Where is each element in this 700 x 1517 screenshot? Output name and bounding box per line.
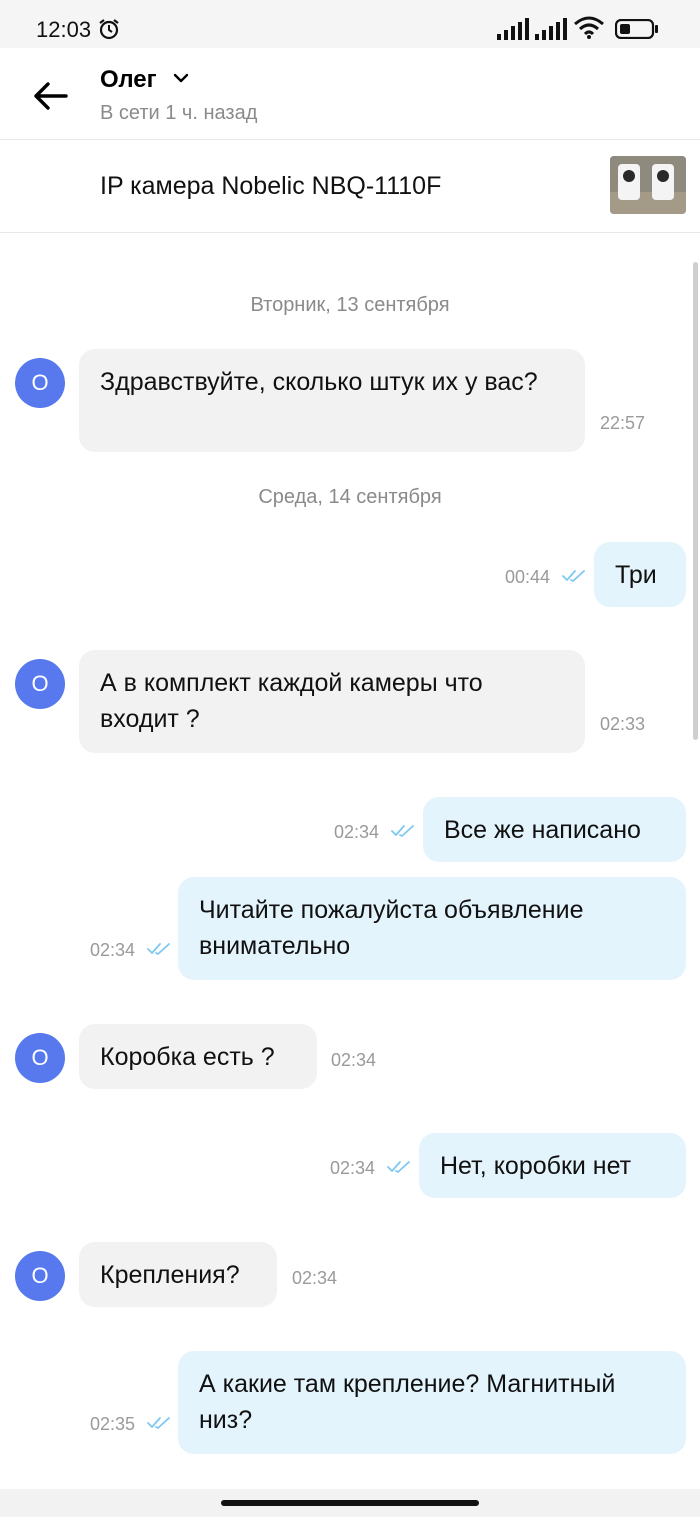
- double-check-icon: [147, 1417, 170, 1429]
- message-time: 02:34: [90, 940, 136, 960]
- double-check-icon: [391, 825, 414, 837]
- listing-bar[interactable]: IP камера Nobelic NBQ-1110F: [0, 140, 700, 233]
- chevron-down-icon[interactable]: [173, 72, 189, 84]
- wifi-icon: [574, 16, 604, 39]
- message-bubble-incoming[interactable]: Коробка есть ?: [79, 1024, 317, 1089]
- message-time: 02:34: [331, 1050, 377, 1070]
- status-bar: 12:03: [0, 0, 700, 48]
- listing-title[interactable]: IP камера Nobelic NBQ-1110F: [100, 172, 441, 201]
- listing-thumbnail[interactable]: [610, 156, 686, 214]
- message-bubble-outgoing[interactable]: Нет, коробки нет: [419, 1133, 686, 1198]
- message-bubble-outgoing[interactable]: Три: [594, 542, 686, 607]
- message-time: 22:57: [600, 413, 646, 433]
- back-arrow-icon[interactable]: [28, 78, 72, 114]
- message-bubble-outgoing[interactable]: Читайте пожалуйста объявление внимательн…: [178, 877, 686, 980]
- navigation-bar: [0, 1489, 700, 1517]
- message-time: 02:34: [334, 822, 380, 842]
- double-check-icon: [562, 570, 585, 582]
- message-bubble-incoming[interactable]: Здравствуйте, сколько штук их у вас?: [79, 349, 585, 452]
- message-bubble-incoming[interactable]: А в комплект каждой камеры что входит ?: [79, 650, 585, 753]
- message-bubble-outgoing[interactable]: А какие там крепление? Магнитный низ?: [178, 1351, 686, 1454]
- double-check-icon: [387, 1161, 410, 1173]
- message-time: 02:35: [90, 1414, 136, 1434]
- signal-icon: [535, 18, 567, 40]
- avatar[interactable]: О: [15, 358, 65, 408]
- date-separator: Среда, 14 сентября: [258, 486, 442, 508]
- home-indicator[interactable]: [221, 1500, 479, 1506]
- message-time: 00:44: [505, 567, 551, 587]
- avatar[interactable]: О: [15, 1251, 65, 1301]
- message-time: 02:34: [292, 1268, 338, 1288]
- avatar[interactable]: О: [15, 1033, 65, 1083]
- signal-icon: [497, 18, 529, 40]
- status-time: 12:03: [36, 17, 92, 42]
- contact-status: В сети 1 ч. назад: [100, 102, 258, 124]
- message-bubble-outgoing[interactable]: Все же написано: [423, 797, 686, 862]
- message-time: 02:34: [330, 1158, 376, 1178]
- avatar[interactable]: О: [15, 659, 65, 709]
- alarm-icon: [99, 19, 119, 40]
- date-separator: Вторник, 13 сентября: [250, 294, 450, 316]
- double-check-icon: [147, 943, 170, 955]
- message-bubble-incoming[interactable]: Крепления?: [79, 1242, 277, 1307]
- contact-name[interactable]: Олег: [100, 66, 157, 94]
- chat-header: Олег В сети 1 ч. назад: [0, 48, 700, 140]
- battery-icon: [615, 19, 658, 39]
- message-time: 02:33: [600, 714, 646, 734]
